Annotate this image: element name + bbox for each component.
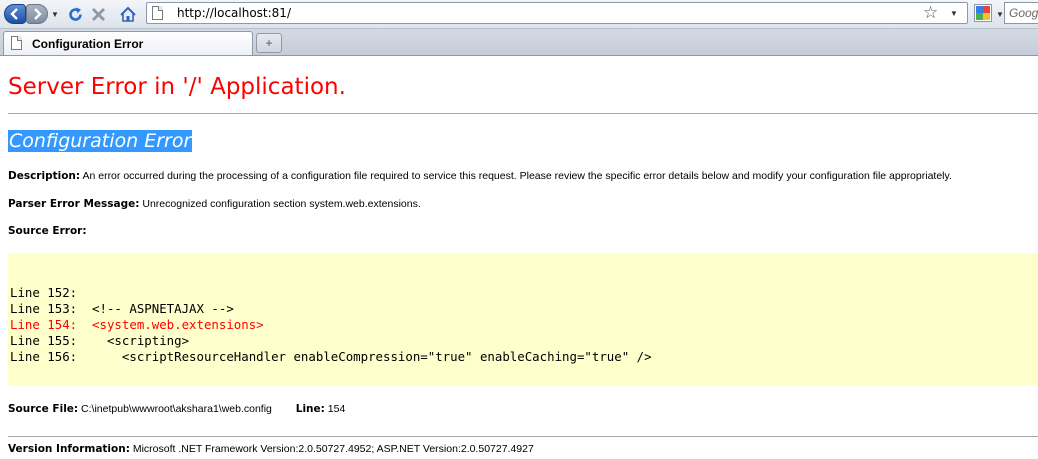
stop-icon[interactable] bbox=[88, 3, 108, 25]
code-line: Line 156: <scriptResourceHandler enableC… bbox=[10, 349, 652, 364]
search-input[interactable]: Google bbox=[1004, 2, 1038, 24]
source-file-path: C:\inetpub\wwwroot\akshara1\web.config bbox=[81, 403, 272, 415]
search-engine-dropdown-icon[interactable]: ▼ bbox=[996, 10, 1004, 19]
page-content: Server Error in '/' Application. Configu… bbox=[0, 56, 1038, 459]
code-line: Line 152: bbox=[10, 285, 78, 300]
error-heading: Configuration Error bbox=[8, 130, 193, 152]
url-text[interactable]: http://localhost:81/ bbox=[177, 6, 291, 20]
code-listing: Line 152: Line 153: <!-- ASPNETAJAX --> … bbox=[10, 285, 652, 365]
description-text: An error occurred during the processing … bbox=[82, 170, 952, 182]
forward-icon bbox=[34, 8, 42, 20]
source-file: Source File: C:\inetpub\wwwroot\akshara1… bbox=[8, 403, 345, 415]
line-label: Line: bbox=[295, 403, 325, 415]
history-dropdown-icon[interactable]: ▼ bbox=[51, 10, 59, 19]
source-code-block: Line 152: Line 153: <!-- ASPNETAJAX --> … bbox=[8, 253, 1038, 385]
home-icon[interactable] bbox=[118, 3, 138, 25]
code-line: Line 153: <!-- ASPNETAJAX --> bbox=[10, 301, 234, 316]
back-button[interactable] bbox=[4, 4, 26, 24]
code-line-highlighted: Line 154: <system.web.extensions> bbox=[10, 317, 264, 332]
code-line: Line 155: <scripting> bbox=[10, 333, 190, 348]
description: Description: An error occurred during th… bbox=[8, 170, 952, 182]
google-icon[interactable] bbox=[974, 4, 992, 22]
divider-top bbox=[8, 113, 1038, 114]
description-label: Description: bbox=[8, 170, 81, 182]
source-error-label: Source Error: bbox=[8, 225, 87, 237]
source-error: Source Error: bbox=[8, 225, 87, 237]
version-label: Version Information: bbox=[8, 443, 130, 455]
forward-button[interactable] bbox=[26, 4, 48, 24]
tab-configuration-error[interactable]: Configuration Error bbox=[3, 31, 253, 55]
browser-toolbar: ▼ http://localhost:81/ ☆ ▼ ▼ Google bbox=[0, 0, 1038, 29]
address-bar[interactable]: http://localhost:81/ ☆ ▼ bbox=[146, 2, 968, 24]
version-info: Version Information: Microsoft .NET Fram… bbox=[8, 443, 534, 455]
source-file-label: Source File: bbox=[8, 403, 79, 415]
parser-error: Parser Error Message: Unrecognized confi… bbox=[8, 198, 421, 210]
new-tab-icon: + bbox=[265, 36, 273, 50]
line-number: 154 bbox=[327, 403, 346, 415]
tab-title: Configuration Error bbox=[32, 37, 144, 51]
tab-page-icon bbox=[11, 36, 22, 50]
parser-error-text: Unrecognized configuration section syste… bbox=[142, 198, 421, 210]
reload-icon[interactable] bbox=[65, 3, 85, 25]
page-icon bbox=[152, 6, 163, 20]
url-dropdown-icon[interactable]: ▼ bbox=[950, 9, 958, 18]
tab-strip: Configuration Error + bbox=[0, 29, 1038, 56]
divider-bottom bbox=[8, 436, 1038, 437]
parser-error-label: Parser Error Message: bbox=[8, 198, 140, 210]
back-icon bbox=[10, 8, 18, 20]
bookmark-star-icon[interactable]: ☆ bbox=[923, 3, 938, 23]
page-title: Server Error in '/' Application. bbox=[8, 74, 346, 100]
version-text: Microsoft .NET Framework Version:2.0.507… bbox=[132, 443, 534, 455]
new-tab-button[interactable]: + bbox=[256, 33, 282, 53]
search-placeholder: Google bbox=[1009, 6, 1038, 20]
